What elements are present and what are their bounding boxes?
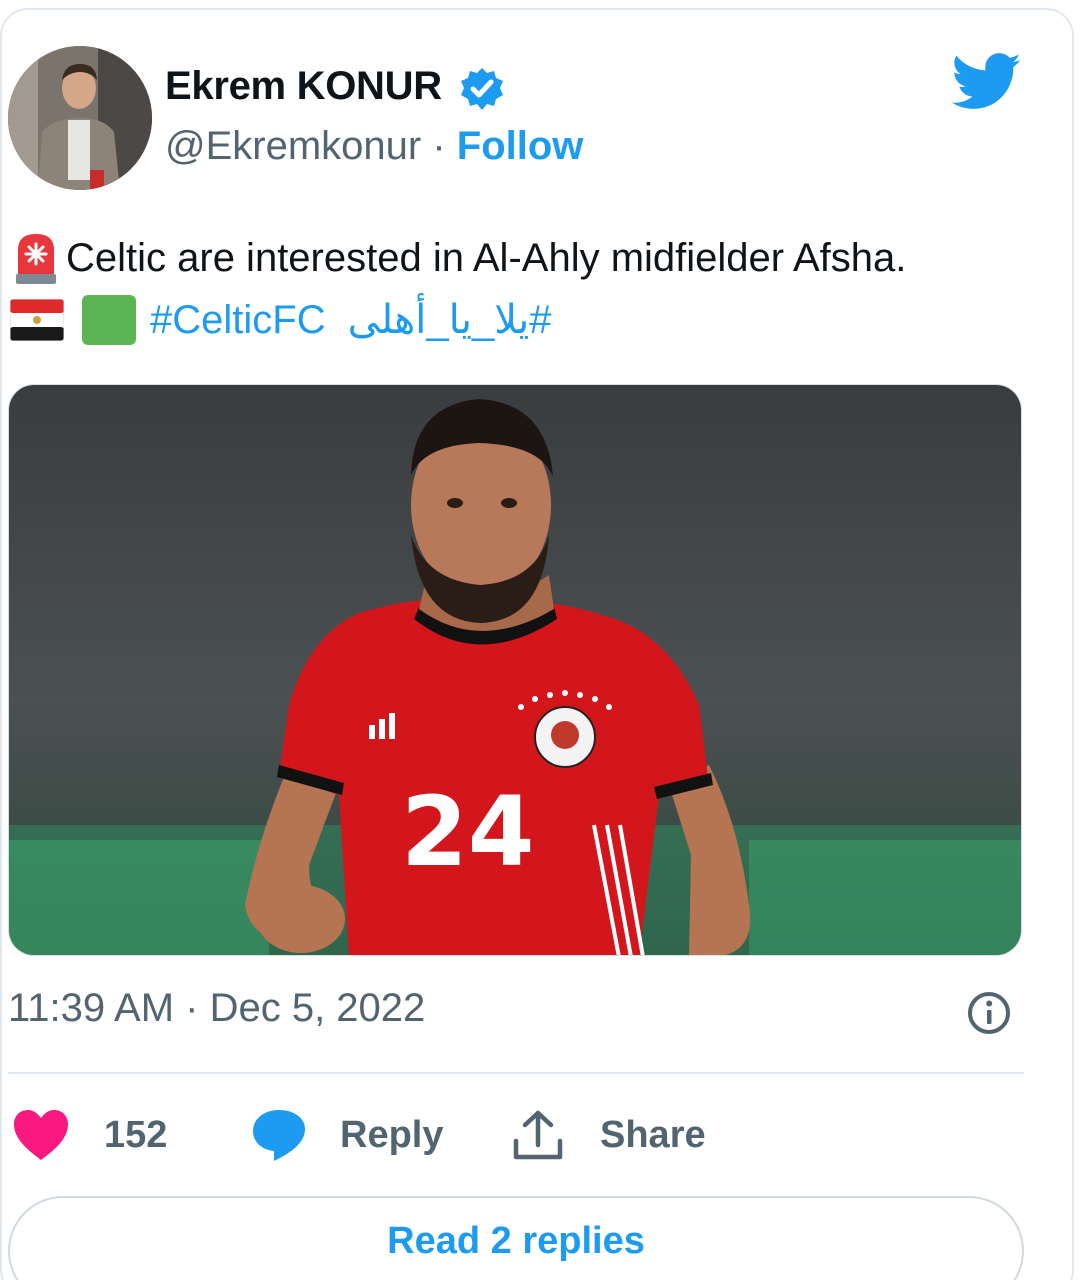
tweet-text-line2: #CelticFC #يلا_يا_أهلى xyxy=(10,290,551,350)
tweet-text-line1: Celtic are interested in Al-Ahly midfiel… xyxy=(10,228,906,288)
timestamp[interactable]: 11:39 AM · Dec 5, 2022 xyxy=(8,986,425,1031)
share-button[interactable]: Share xyxy=(510,1100,706,1170)
reply-label: Reply xyxy=(340,1113,444,1156)
follow-link[interactable]: Follow xyxy=(457,124,584,168)
twitter-bird-icon[interactable] xyxy=(952,52,1022,112)
display-name[interactable]: Ekrem KONUR xyxy=(165,64,442,109)
hashtag-celticfc[interactable]: #CelticFC xyxy=(150,298,326,343)
info-icon[interactable] xyxy=(966,990,1012,1036)
tweet-media-image[interactable]: 24 xyxy=(8,384,1022,956)
read-replies-button[interactable]: Read 2 replies xyxy=(8,1196,1024,1280)
tweet-text: Celtic are interested in Al-Ahly midfiel… xyxy=(66,235,907,280)
jersey-number: 24 xyxy=(401,776,535,888)
share-upload-icon xyxy=(513,1110,563,1160)
avatar[interactable] xyxy=(8,46,152,190)
likes-count: 152 xyxy=(104,1113,168,1156)
verified-badge-icon xyxy=(461,68,503,110)
hashtag-arabic[interactable]: #يلا_يا_أهلى xyxy=(348,297,552,343)
divider xyxy=(8,1072,1024,1074)
police-light-icon xyxy=(16,234,56,284)
handle[interactable]: @Ekremkonur xyxy=(165,124,421,168)
like-button[interactable]: 152 xyxy=(12,1100,167,1170)
separator: · xyxy=(421,124,457,168)
egypt-flag-icon xyxy=(10,299,64,341)
reply-bubble-icon xyxy=(253,1110,305,1161)
share-label: Share xyxy=(600,1113,706,1156)
green-square-icon xyxy=(82,295,136,345)
heart-icon xyxy=(14,1110,68,1160)
handle-row: @Ekremkonur · Follow xyxy=(165,124,583,169)
reply-button[interactable]: Reply xyxy=(250,1100,443,1170)
